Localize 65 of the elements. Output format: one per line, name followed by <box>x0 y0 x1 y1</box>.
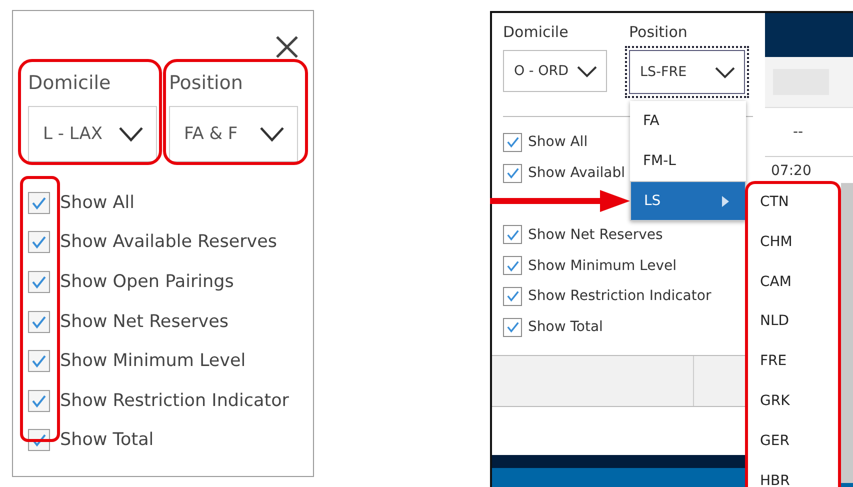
caret-right-icon <box>722 196 729 206</box>
checkmark-icon <box>506 290 520 302</box>
close-icon[interactable] <box>275 35 299 59</box>
menu-item[interactable]: FRE <box>760 352 787 370</box>
table-cell: -- <box>793 124 804 140</box>
checkbox[interactable] <box>28 270 50 293</box>
table-cell: 07:20 <box>771 163 812 179</box>
checkbox[interactable] <box>503 164 522 183</box>
option-label: Show Net Reserves <box>528 226 663 243</box>
checkmark-icon <box>31 394 47 408</box>
checkmark-icon <box>31 314 47 329</box>
menu-item[interactable]: GER <box>760 432 790 450</box>
checkmark-icon <box>506 167 520 180</box>
domicile-dropdown[interactable]: O - ORD <box>503 50 607 92</box>
checkbox[interactable] <box>28 350 50 372</box>
option-label: Show Net Reserves <box>60 312 229 332</box>
checkbox[interactable] <box>503 225 522 244</box>
scrollbar[interactable] <box>841 183 853 483</box>
menu-item[interactable]: CHM <box>760 232 792 251</box>
option-label: Show Restriction Indicator <box>60 390 289 411</box>
field-label: Domicile <box>503 23 570 43</box>
option-label: Show Total <box>60 430 154 450</box>
option-label: Show Availabl <box>528 165 625 182</box>
checkmark-icon <box>31 433 47 448</box>
checkmark-icon <box>506 321 520 334</box>
option-label: Show All <box>528 134 588 150</box>
option-label: Show Total <box>528 319 603 336</box>
option-label: Show Open Pairings <box>60 272 234 292</box>
position-dropdown[interactable]: FA & F <box>169 106 298 162</box>
menu-item[interactable]: FM-L <box>630 141 746 181</box>
checkbox[interactable] <box>28 310 50 333</box>
checkbox[interactable] <box>28 192 50 214</box>
option-label: Show All <box>60 192 134 213</box>
domicile-dropdown[interactable]: L - LAX <box>28 106 157 162</box>
menu-item[interactable]: FA <box>630 101 746 141</box>
checkmark-icon <box>31 274 47 289</box>
menu-item[interactable]: HBR <box>760 472 790 487</box>
menu-item[interactable]: CTN <box>760 193 789 211</box>
checkmark-icon <box>506 228 520 241</box>
checkmark-icon <box>506 136 520 148</box>
menu-item[interactable]: NLD <box>760 312 790 330</box>
menu-item[interactable]: GRK <box>760 392 790 410</box>
field-label: Position <box>169 72 244 96</box>
chevron-down-icon <box>259 126 285 142</box>
chevron-down-icon <box>714 66 736 78</box>
option-label: Show Restriction Indicator <box>528 288 712 304</box>
chevron-down-icon <box>576 64 598 78</box>
checkmark-icon <box>506 260 520 272</box>
checkbox[interactable] <box>28 390 50 412</box>
field-label: Domicile <box>28 72 112 96</box>
option-label: Show Minimum Level <box>528 258 677 274</box>
menu-item[interactable]: CAM <box>760 272 792 291</box>
option-label: Show Minimum Level <box>60 351 246 372</box>
field-label: Position <box>629 23 688 43</box>
checkmark-icon <box>31 354 47 368</box>
checkmark-icon <box>31 235 47 250</box>
checkbox[interactable] <box>503 318 522 337</box>
checkbox[interactable] <box>503 256 522 276</box>
checkbox[interactable] <box>503 286 522 306</box>
chevron-down-icon <box>118 126 144 142</box>
checkbox[interactable] <box>503 132 522 152</box>
checkmark-icon <box>31 196 47 210</box>
checkbox[interactable] <box>28 231 50 254</box>
option-label: Show Available Reserves <box>60 232 278 252</box>
menu-item[interactable]: LS <box>630 181 746 221</box>
